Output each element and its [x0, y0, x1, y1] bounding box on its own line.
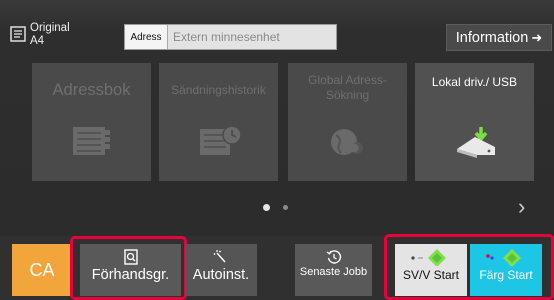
- arrow-right-icon: ➜: [531, 29, 543, 45]
- tile-address-book: Adressbok: [32, 63, 151, 181]
- original-label: Original: [30, 22, 70, 34]
- tile-label: Lokal driv./ USB: [431, 75, 518, 89]
- preview-highlight: [70, 236, 187, 300]
- recent-jobs-button[interactable]: Senaste Jobb: [295, 244, 372, 296]
- tile-local-drive-usb[interactable]: Lokal driv./ USB: [415, 63, 534, 181]
- auto-settings-label: Autoinst.: [192, 267, 250, 283]
- tile-global-address-search: Global Adress-Sökning: [288, 63, 407, 181]
- address-input[interactable]: [168, 25, 336, 49]
- history-clock-icon: [326, 250, 341, 264]
- tile-label: Sändningshistorik: [171, 83, 266, 97]
- information-label: Information: [455, 29, 529, 46]
- page-dot-active: [263, 204, 270, 211]
- magic-wand-icon: [213, 250, 226, 263]
- start-highlight: [384, 234, 554, 300]
- usb-drive-icon: [457, 127, 495, 158]
- address-field[interactable]: Adress: [124, 24, 337, 50]
- address-label: Adress: [125, 25, 168, 49]
- send-history-icon: [200, 125, 242, 155]
- original-size: A4: [30, 35, 45, 47]
- page-indicator: [263, 204, 288, 211]
- original-indicator[interactable]: Original A4: [10, 22, 70, 48]
- global-search-icon: [331, 129, 363, 155]
- tile-send-history: Sändningshistorik: [159, 63, 278, 181]
- recent-jobs-label: Senaste Jobb: [299, 266, 368, 278]
- address-book-icon: [73, 127, 110, 155]
- auto-settings-button[interactable]: Autoinst.: [185, 244, 257, 296]
- information-button[interactable]: Information ➜: [446, 24, 552, 51]
- tile-label: Adressbok: [52, 81, 131, 99]
- scan-screen: Original A4 Adress Information ➜ Adressb…: [0, 0, 554, 300]
- chevron-right-icon[interactable]: ›: [518, 194, 525, 220]
- page-dot: [283, 205, 288, 210]
- document-icon: [10, 26, 26, 42]
- ca-button[interactable]: CA: [12, 244, 72, 296]
- tile-label: Global Adress-Sökning: [308, 73, 387, 102]
